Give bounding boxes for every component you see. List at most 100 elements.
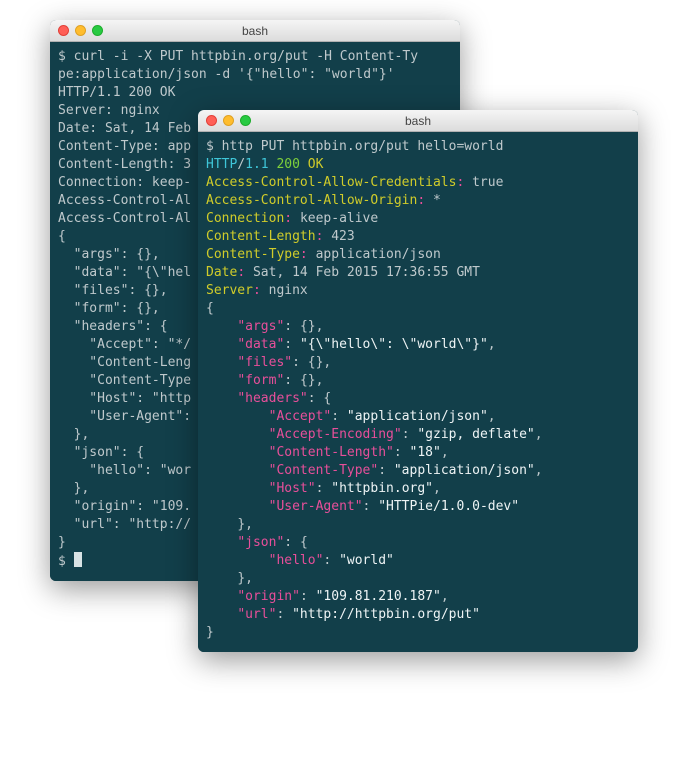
header-val: nginx <box>269 283 308 298</box>
json-val: "application/json" <box>347 409 488 424</box>
space <box>300 157 308 172</box>
comma: , <box>488 409 496 424</box>
json-val: "109.81.210.187" <box>316 589 441 604</box>
zoom-icon[interactable] <box>92 25 103 36</box>
json-brace: { <box>300 535 308 550</box>
json-brace: { <box>323 391 331 406</box>
json-val: {} <box>308 355 324 370</box>
header-val: * <box>433 193 441 208</box>
json-val: "HTTPie/1.0.0-dev" <box>378 499 519 514</box>
terminal-body[interactable]: $ http PUT httpbin.org/put hello=world HT… <box>198 132 638 652</box>
json-key: "form" <box>237 373 284 388</box>
json-val: "18" <box>410 445 441 460</box>
header-key: Server <box>206 283 253 298</box>
header-val: application/json <box>316 247 441 262</box>
colon: : <box>378 463 386 478</box>
json-key: "hello" <box>269 553 324 568</box>
colon: : <box>284 373 292 388</box>
indent <box>206 553 269 568</box>
header-key: Content-Type <box>206 247 300 262</box>
space <box>308 247 316 262</box>
comma: , <box>535 427 543 442</box>
minimize-icon[interactable] <box>75 25 86 36</box>
space <box>308 589 316 604</box>
colon: : <box>284 535 292 550</box>
terminal-window-2: bash $ http PUT httpbin.org/put hello=wo… <box>198 110 638 652</box>
comma: , <box>441 589 449 604</box>
colon: : <box>284 337 292 352</box>
json-brace: } <box>237 571 245 586</box>
space <box>292 337 300 352</box>
space <box>284 607 292 622</box>
titlebar[interactable]: bash <box>198 110 638 132</box>
prompt: $ <box>206 139 222 154</box>
json-key: "url" <box>237 607 276 622</box>
json-brace: } <box>206 624 630 642</box>
indent <box>206 517 237 532</box>
json-brace: } <box>237 517 245 532</box>
space <box>300 355 308 370</box>
indent <box>206 463 269 478</box>
colon: : <box>417 193 425 208</box>
indent <box>206 373 237 388</box>
traffic-lights <box>58 25 103 36</box>
space <box>464 175 472 190</box>
titlebar[interactable]: bash <box>50 20 460 42</box>
json-key: "files" <box>237 355 292 370</box>
comma: , <box>245 571 253 586</box>
space <box>425 193 433 208</box>
command: http PUT httpbin.org/put hello=world <box>222 139 504 154</box>
close-icon[interactable] <box>58 25 69 36</box>
command-cont: pe:application/json -d '{"hello": "world… <box>58 66 452 84</box>
json-key: "json" <box>237 535 284 550</box>
indent <box>206 571 237 586</box>
json-val: "{\"hello\": \"world\"}" <box>300 337 488 352</box>
indent <box>206 337 237 352</box>
zoom-icon[interactable] <box>240 115 251 126</box>
header-val: Sat, 14 Feb 2015 17:36:55 GMT <box>253 265 480 280</box>
indent <box>206 391 237 406</box>
header-val: true <box>472 175 503 190</box>
space <box>331 553 339 568</box>
minimize-icon[interactable] <box>223 115 234 126</box>
header-key: Connection <box>206 211 284 226</box>
json-key: "Host" <box>269 481 316 496</box>
comma: , <box>323 355 331 370</box>
json-key: "args" <box>237 319 284 334</box>
indent <box>206 589 237 604</box>
colon: : <box>253 283 261 298</box>
json-key: "headers" <box>237 391 307 406</box>
http-code: 200 <box>276 157 299 172</box>
window-title: bash <box>198 114 638 128</box>
json-val: "world" <box>339 553 394 568</box>
close-icon[interactable] <box>206 115 217 126</box>
colon: : <box>300 247 308 262</box>
space <box>386 463 394 478</box>
comma: , <box>316 373 324 388</box>
json-key: "Accept" <box>269 409 332 424</box>
colon: : <box>237 265 245 280</box>
json-val: "httpbin.org" <box>331 481 433 496</box>
comma: , <box>441 445 449 460</box>
colon: : <box>402 427 410 442</box>
prompt: $ <box>58 49 74 64</box>
space <box>402 445 410 460</box>
window-title: bash <box>50 24 460 38</box>
indent <box>206 481 269 496</box>
colon: : <box>394 445 402 460</box>
colon: : <box>300 589 308 604</box>
json-brace: { <box>206 300 630 318</box>
http-reason: OK <box>308 157 324 172</box>
header-key: Access-Control-Allow-Credentials <box>206 175 456 190</box>
space <box>245 265 253 280</box>
indent <box>206 535 237 550</box>
json-val: "gzip, deflate" <box>417 427 534 442</box>
slash: / <box>237 157 245 172</box>
indent <box>206 409 269 424</box>
json-val: "http://httpbin.org/put" <box>292 607 480 622</box>
colon: : <box>331 409 339 424</box>
http-proto: HTTP <box>206 157 237 172</box>
indent <box>206 319 237 334</box>
json-key: "Content-Length" <box>269 445 394 460</box>
json-key: "User-Agent" <box>269 499 363 514</box>
